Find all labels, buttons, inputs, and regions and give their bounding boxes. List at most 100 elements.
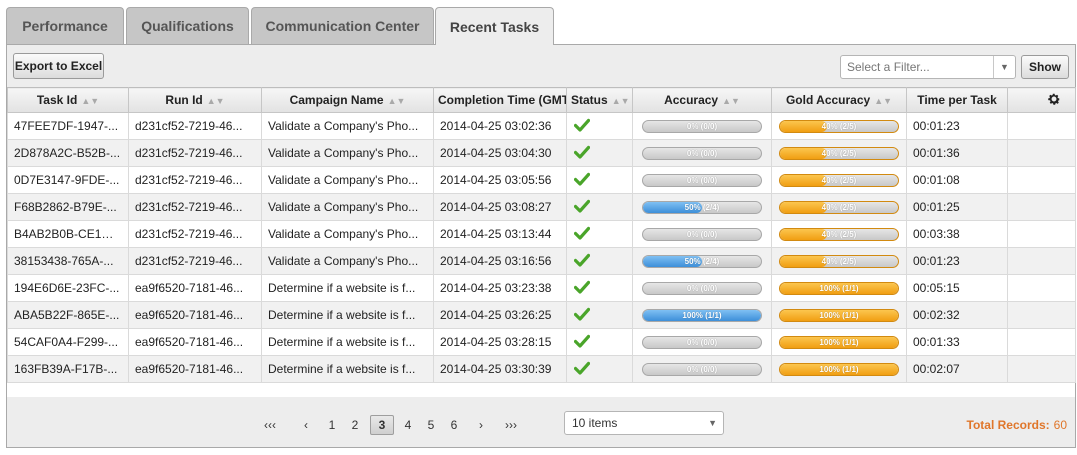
- chevron-down-icon[interactable]: ▼: [993, 56, 1015, 78]
- column-header-time-per-task[interactable]: Time per Task: [906, 87, 1008, 113]
- time-per-task-cell: 00:02:07: [906, 355, 1008, 383]
- table-row[interactable]: 163FB39A-F17B-... ea9f6520-7181-46... Dete…: [7, 355, 1076, 383]
- table-row[interactable]: 38153438-765A-... d231cf52-7219-46... Vali…: [7, 247, 1076, 275]
- gear-icon[interactable]: [1047, 92, 1061, 106]
- campaign-name-cell: Determine if a website is f...: [261, 301, 434, 329]
- status-cell: [566, 274, 633, 302]
- gold-accuracy-label: 40% (2/5): [821, 256, 857, 266]
- accuracy-bar: 0% (0/0): [642, 362, 762, 376]
- accuracy-cell: 50% (2/4): [632, 193, 772, 221]
- gold-accuracy-cell: 100% (1/1): [771, 274, 907, 302]
- page-size-select[interactable]: 10 items ▼: [564, 411, 724, 435]
- accuracy-cell: 0% (0/0): [632, 112, 772, 140]
- completion-time-cell: 2014-04-25 03:28:15: [433, 328, 567, 356]
- page-link-5[interactable]: 5: [423, 415, 439, 435]
- show-button[interactable]: Show: [1021, 55, 1069, 79]
- campaign-name-cell: Determine if a website is f...: [261, 328, 434, 356]
- settings-cell: [1007, 193, 1076, 221]
- header-row: Task Id ▲▼ Run Id ▲▼ Campaign Name ▲▼ Compl…: [7, 87, 1076, 113]
- table-row[interactable]: ABA5B22F-865E-... ea9f6520-7181-46... Dete…: [7, 301, 1076, 329]
- column-header-gold-accuracy[interactable]: Gold Accuracy ▲▼: [771, 87, 907, 113]
- settings-cell: [1007, 328, 1076, 356]
- completion-time-cell: 2014-04-25 03:02:36: [433, 112, 567, 140]
- sort-arrows-icon[interactable]: ▲▼: [722, 96, 740, 106]
- sort-arrows-icon[interactable]: ▲▼: [81, 96, 99, 106]
- gold-accuracy-cell: 40% (2/5): [771, 193, 907, 221]
- accuracy-bar: 0% (0/0): [642, 119, 762, 133]
- status-cell: [566, 247, 633, 275]
- table-row[interactable]: 2D878A2C-B52B-... d231cf52-7219-46... Vali…: [7, 139, 1076, 167]
- campaign-name-cell: Determine if a website is f...: [261, 274, 434, 302]
- page-link-2[interactable]: 2: [347, 415, 363, 435]
- page-link-6[interactable]: 6: [446, 415, 462, 435]
- gold-accuracy-cell: 40% (2/5): [771, 112, 907, 140]
- accuracy-cell: 50% (2/4): [632, 247, 772, 275]
- accuracy-label: 0% (0/0): [686, 337, 718, 347]
- completion-time-cell: 2014-04-25 03:23:38: [433, 274, 567, 302]
- table-row[interactable]: 194E6D6E-23FC-... ea9f6520-7181-46... Dete…: [7, 274, 1076, 302]
- gold-accuracy-cell: 40% (2/5): [771, 220, 907, 248]
- run-id-cell: ea9f6520-7181-46...: [128, 274, 262, 302]
- column-header-accuracy[interactable]: Accuracy ▲▼: [632, 87, 772, 113]
- sort-arrows-icon[interactable]: ▲▼: [207, 96, 225, 106]
- gold-accuracy-bar: 100% (1/1): [779, 362, 899, 376]
- table-row[interactable]: B4AB2B0B-CE1D-... d231cf52-7219-46... Vali…: [7, 220, 1076, 248]
- run-id-cell: ea9f6520-7181-46...: [128, 301, 262, 329]
- gold-accuracy-cell: 100% (1/1): [771, 328, 907, 356]
- check-icon: [574, 172, 590, 186]
- status-cell: [566, 328, 633, 356]
- gold-accuracy-label: 40% (2/5): [821, 148, 857, 158]
- filter-select[interactable]: ▼: [840, 55, 1016, 79]
- recent-tasks-panel: Export to Excel ▼ Show Task Id▲▼ Run Id▲…: [6, 44, 1076, 448]
- column-header-run-id[interactable]: Run Id ▲▼: [128, 87, 262, 113]
- tab-recent-tasks[interactable]: Recent Tasks: [435, 7, 554, 45]
- page-link-1[interactable]: 1: [324, 415, 340, 435]
- check-icon: [574, 361, 590, 375]
- gold-accuracy-label: 100% (1/1): [819, 310, 859, 320]
- tab-performance[interactable]: Performance: [6, 7, 124, 44]
- accuracy-label: 50% (2/4): [684, 202, 720, 212]
- column-header-completion-time[interactable]: Completion Time (GMT): [433, 87, 567, 113]
- gold-accuracy-bar: 40% (2/5): [779, 173, 899, 187]
- gold-accuracy-label: 40% (2/5): [821, 175, 857, 185]
- table-row[interactable]: F68B2862-B79E-... d231cf52-7219-46... Vali…: [7, 193, 1076, 221]
- page-link-3[interactable]: 3: [370, 415, 394, 435]
- table-row[interactable]: 47FEE7DF-1947-... d231cf52-7219-46... Vali…: [7, 112, 1076, 140]
- chevron-down-icon[interactable]: ▼: [708, 412, 717, 434]
- tasks-table: Task Id ▲▼ Run Id ▲▼ Campaign Name ▲▼ Compl…: [7, 87, 1076, 383]
- column-header-campaign-name[interactable]: Campaign Name ▲▼: [261, 87, 434, 113]
- sort-arrows-icon[interactable]: ▲▼: [612, 96, 630, 106]
- table-row[interactable]: 0D7E3147-9FDE-... d231cf52-7219-46... Vali…: [7, 166, 1076, 194]
- table-row[interactable]: 54CAF0A4-F299-... ea9f6520-7181-46... Dete…: [7, 328, 1076, 356]
- column-header-task-id[interactable]: Task Id ▲▼: [7, 87, 129, 113]
- task-id-cell: 54CAF0A4-F299-...: [7, 328, 129, 356]
- gold-accuracy-cell: 100% (1/1): [771, 355, 907, 383]
- campaign-name-cell: Validate a Company's Pho...: [261, 139, 434, 167]
- time-per-task-cell: 00:05:15: [906, 274, 1008, 302]
- prev-page-button[interactable]: ‹: [298, 415, 314, 435]
- last-page-button[interactable]: ›››: [503, 415, 519, 435]
- gold-accuracy-bar: 40% (2/5): [779, 146, 899, 160]
- page-link-4[interactable]: 4: [400, 415, 416, 435]
- task-id-cell: F68B2862-B79E-...: [7, 193, 129, 221]
- campaign-name-cell: Validate a Company's Pho...: [261, 166, 434, 194]
- completion-time-cell: 2014-04-25 03:08:27: [433, 193, 567, 221]
- tab-qualifications[interactable]: Qualifications: [126, 7, 249, 44]
- accuracy-label: 0% (0/0): [686, 121, 718, 131]
- toolbar: Export to Excel ▼ Show: [7, 45, 1075, 87]
- campaign-name-cell: Validate a Company's Pho...: [261, 193, 434, 221]
- export-to-excel-button[interactable]: Export to Excel: [13, 53, 104, 79]
- column-settings[interactable]: [1007, 87, 1076, 113]
- run-id-cell: d231cf52-7219-46...: [128, 220, 262, 248]
- sort-arrows-icon[interactable]: ▲▼: [874, 96, 892, 106]
- filter-input[interactable]: [845, 58, 990, 76]
- sort-arrows-icon[interactable]: ▲▼: [388, 96, 406, 106]
- task-id-cell: 2D878A2C-B52B-...: [7, 139, 129, 167]
- column-header-status[interactable]: Status ▲▼: [566, 87, 633, 113]
- tab-communication-center[interactable]: Communication Center: [251, 7, 434, 44]
- task-id-cell: 194E6D6E-23FC-...: [7, 274, 129, 302]
- next-page-button[interactable]: ›: [473, 415, 489, 435]
- first-page-button[interactable]: ‹‹‹: [262, 415, 278, 435]
- time-per-task-cell: 00:01:33: [906, 328, 1008, 356]
- time-per-task-cell: 00:01:23: [906, 247, 1008, 275]
